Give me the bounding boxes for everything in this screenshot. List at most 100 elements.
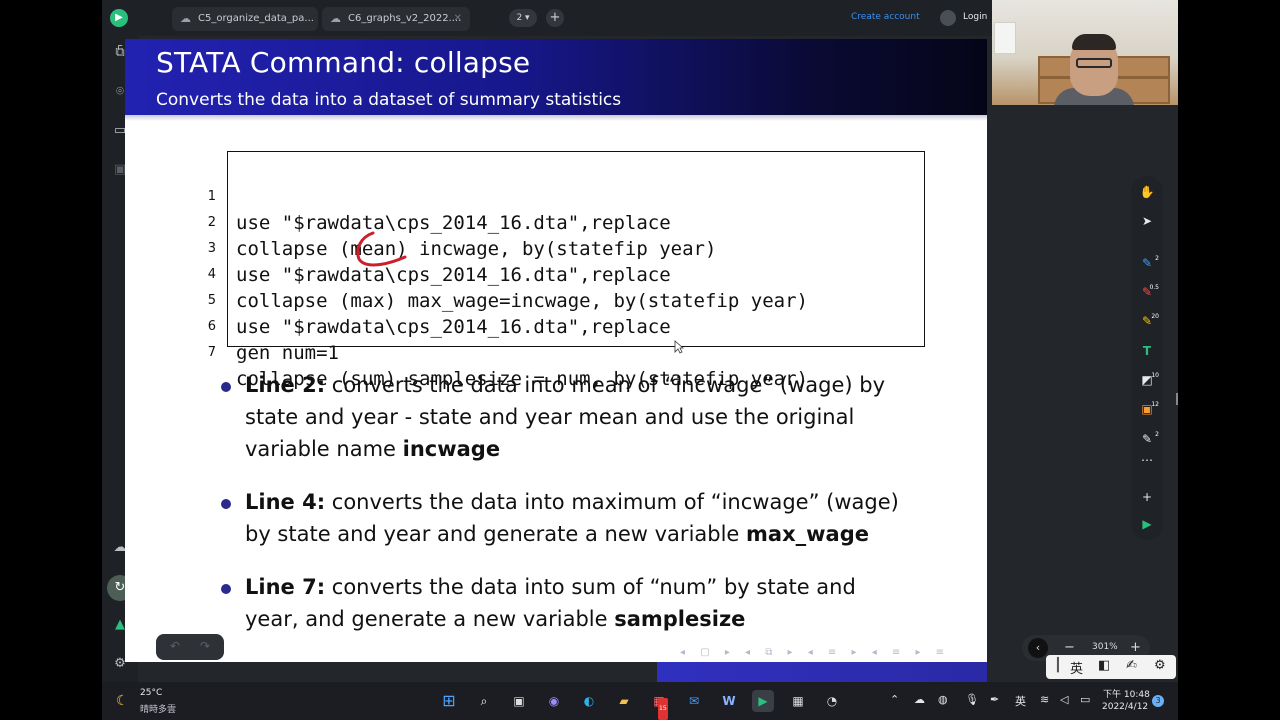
more-icon[interactable]: ⋯ xyxy=(1137,450,1157,470)
pen-icon[interactable]: ✒ xyxy=(990,693,999,706)
avatar[interactable] xyxy=(940,10,956,26)
code-text: use "$rawdata\cps_2014_16.dta",replace xyxy=(236,316,671,338)
cloud-icon[interactable]: ☁ xyxy=(914,693,925,706)
tab-c6[interactable]: ☁ C6_graphs_v2_2022.... ✕ xyxy=(322,7,470,31)
weather-desc[interactable]: 晴時多雲 xyxy=(140,702,176,715)
bullet-item: Line 2: converts the data into mean of “… xyxy=(245,369,945,465)
beamer-nav-icons[interactable]: ◂ ▢ ▸ ◂ ⧉ ▸ ◂ ≡ ▸ ◂ ≡ ▸ ≡ xyxy=(680,647,950,658)
slide-footer-bar xyxy=(657,662,987,682)
ime-halfwidth-icon[interactable]: ◧ xyxy=(1098,658,1110,673)
ime-pad-icon[interactable]: ✍ xyxy=(1126,658,1137,673)
add-icon[interactable]: + xyxy=(1137,487,1157,507)
line-number: 1 xyxy=(207,189,216,204)
edge-browser-icon[interactable]: ◐ xyxy=(578,690,600,712)
code-block: 1 use "$rawdata\cps_2014_16.dta",replace… xyxy=(208,151,925,390)
add-tab-button[interactable]: + xyxy=(546,9,564,27)
bullet-lead: Line 2: xyxy=(245,373,326,397)
bullet-text: converts the data into maximum of “incwa… xyxy=(325,490,899,514)
bullet-item: Line 4: converts the data into maximum o… xyxy=(245,486,945,550)
pen-blue-icon[interactable]: ✎ 2 xyxy=(1137,253,1159,273)
undo-redo-controls: ↶ ↷ xyxy=(156,634,224,660)
calculator-icon[interactable]: ▦ xyxy=(787,690,809,712)
code-text: use "$rawdata\cps_2014_16.dta",replace xyxy=(236,212,671,234)
calendar-badge: 15 xyxy=(658,698,668,720)
beamer-nav-controls[interactable]: ◂ ▢ ▸ ◂ ⧉ ▸ ◂ ≡ ▸ ◂ ≡ ▸ ≡ xyxy=(125,646,987,662)
weather-icon[interactable]: ☾ xyxy=(116,693,129,709)
scrollbar[interactable] xyxy=(1176,393,1178,405)
weather-temp[interactable]: 25°C xyxy=(140,688,162,698)
redo-icon[interactable]: ↷ xyxy=(200,639,210,653)
slide-header: STATA Command: collapse Converts the dat… xyxy=(125,39,987,115)
cloud-icon: ☁ xyxy=(330,12,341,25)
zoom-level: 301% xyxy=(1092,642,1118,652)
notification-badge[interactable]: 3 xyxy=(1152,695,1164,707)
app-logo-icon[interactable]: ▶ xyxy=(110,9,128,27)
line-number: 7 xyxy=(207,345,216,360)
battery-icon[interactable]: ▭ xyxy=(1080,693,1090,706)
close-icon[interactable]: ✕ xyxy=(454,7,462,31)
gear-icon[interactable]: ⚙ xyxy=(1154,658,1166,673)
pen-lock-icon[interactable]: ✎ 2 xyxy=(1137,429,1159,449)
tray-language[interactable]: 英 xyxy=(1015,693,1026,709)
volume-icon[interactable]: ◁ xyxy=(1060,693,1068,706)
word-app-icon[interactable]: W xyxy=(718,690,740,712)
bullet-text: converts the data into mean of “incwage”… xyxy=(325,373,885,397)
clock-app-icon[interactable]: ◔ xyxy=(821,690,843,712)
code-line: 4 collapse (max) max_wage=incwage, by(st… xyxy=(208,236,808,312)
chevron-left-icon[interactable]: ‹ xyxy=(1028,638,1048,658)
hand-icon[interactable]: ✋ xyxy=(1137,182,1157,202)
line-number: 6 xyxy=(207,319,216,334)
bullet-icon xyxy=(221,584,231,594)
tab-label: C5_organize_data_pa... xyxy=(198,13,314,24)
login-button[interactable]: Login xyxy=(963,12,987,22)
highlighter-icon[interactable]: ✎ 20 xyxy=(1137,311,1159,331)
wifi-icon[interactable]: ≋ xyxy=(1040,693,1049,706)
bullet-icon xyxy=(221,499,231,509)
chat-icon[interactable]: ◉ xyxy=(543,690,565,712)
drawing-toolbar: ✋ ➤ ✎ 2 ✎ 0.5 ✎ 20 T ◩ 10 ▣ 12 ✎ 2 ⋯ + ▶ xyxy=(1131,176,1163,540)
ime-language[interactable]: 英 xyxy=(1070,658,1083,677)
tab-c5[interactable]: ☁ C5_organize_data_pa... xyxy=(172,7,318,31)
cloud-icon: ☁ xyxy=(180,12,191,25)
text-tool-icon[interactable]: T xyxy=(1137,341,1157,361)
bullet-text: state and year - state and year mean and… xyxy=(245,405,855,429)
undo-icon[interactable]: ↶ xyxy=(170,639,180,653)
pen-red-icon[interactable]: ✎ 0.5 xyxy=(1137,282,1159,302)
clock-time[interactable]: 下午 10:48 xyxy=(1103,687,1150,700)
start-button-icon[interactable]: ⊞ xyxy=(438,690,460,712)
chevron-up-icon[interactable]: ⌃ xyxy=(890,693,899,706)
tab-count-button[interactable]: 2 ▾ xyxy=(509,9,537,27)
file-explorer-icon[interactable]: ▰ xyxy=(613,690,635,712)
code-line: 5 use "$rawdata\cps_2014_16.dta",replace xyxy=(208,262,671,338)
app-logo-icon[interactable]: ▶ xyxy=(1137,514,1157,534)
code-line: 2 collapse (mean) incwage, by(statefip y… xyxy=(208,184,717,260)
clock-date[interactable]: 2022/4/12 xyxy=(1102,702,1148,712)
slide: STATA Command: collapse Converts the dat… xyxy=(125,39,987,662)
search-icon[interactable]: ⌕ xyxy=(473,690,495,712)
code-line: 6 gen num=1 xyxy=(208,288,339,364)
line-number: 3 xyxy=(207,241,216,256)
line-number: 4 xyxy=(207,267,216,282)
bullet-item: Line 7: converts the data into sum of “n… xyxy=(245,571,945,635)
onedrive-icon[interactable]: ◍ xyxy=(938,693,948,706)
whiteboard-app-icon[interactable]: ▶ xyxy=(752,690,774,712)
mail-icon[interactable]: ✉ xyxy=(683,690,705,712)
tab-count: 2 xyxy=(516,13,523,23)
ime-handle-icon[interactable]: ┃ xyxy=(1054,658,1062,673)
pointer-icon[interactable]: ➤ xyxy=(1137,211,1157,231)
create-account-link[interactable]: Create account xyxy=(851,12,920,22)
shape-icon[interactable]: ▣ 12 xyxy=(1137,399,1159,419)
webcam-video xyxy=(992,0,1178,105)
tool-badge: 10 xyxy=(1151,372,1159,379)
task-view-icon[interactable]: ▣ xyxy=(508,690,530,712)
eraser-icon[interactable]: ◩ 10 xyxy=(1137,370,1159,390)
taskbar: ☾ 25°C 晴時多雲 ⊞ ⌕ ▣ ◉ ◐ ▰ ▦15 ✉ W ▶ ▦ ◔ ⌃ … xyxy=(102,682,1178,720)
slide-title: STATA Command: collapse xyxy=(156,46,531,79)
code-text: collapse (mean) incwage, by(statefip yea… xyxy=(236,238,717,260)
bullet-icon xyxy=(221,382,231,392)
calendar-icon[interactable]: ▦15 xyxy=(648,690,670,720)
code-line: 7 collapse (sum) samplesize = num, by(st… xyxy=(208,314,808,390)
code-line: 1 use "$rawdata\cps_2014_16.dta",replace xyxy=(208,158,671,234)
microphone-icon[interactable]: 🎙 xyxy=(965,693,979,706)
code-text: use "$rawdata\cps_2014_16.dta",replace xyxy=(236,264,671,286)
